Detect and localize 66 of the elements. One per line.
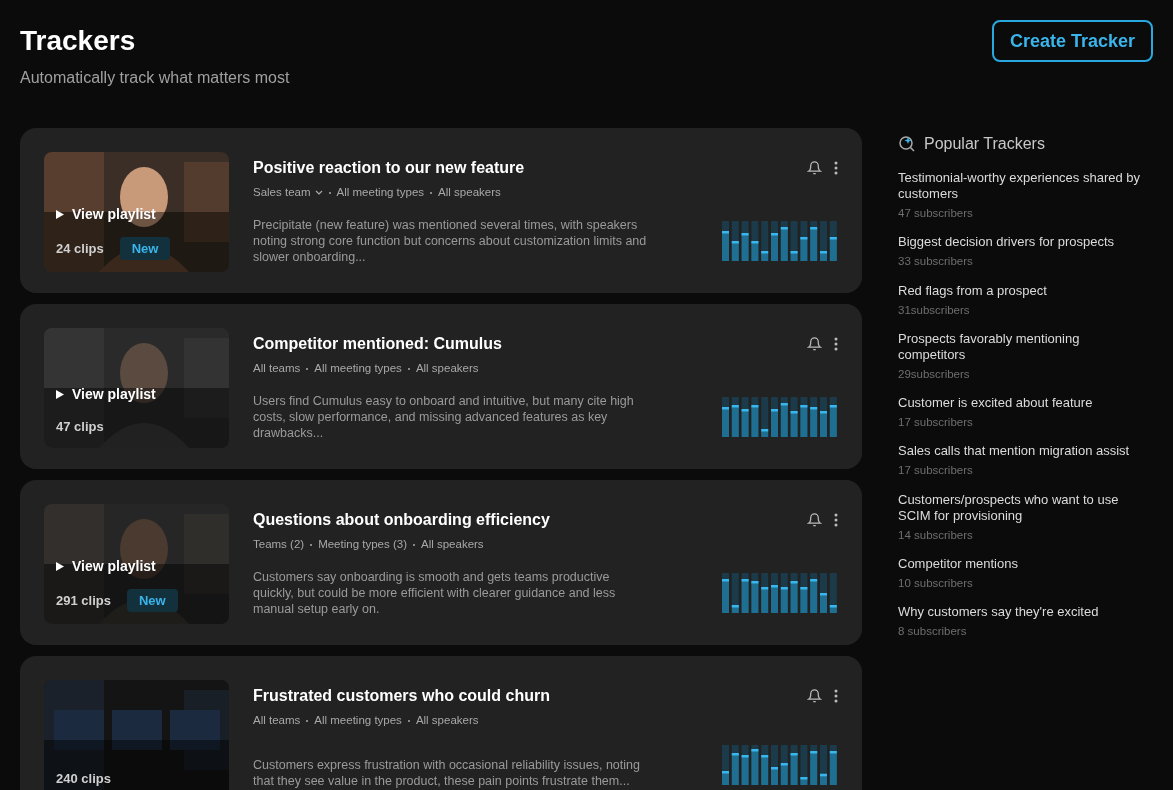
play-icon bbox=[56, 561, 64, 571]
subscriber-count: 10 subscribers bbox=[898, 575, 974, 591]
filter-link[interactable]: All teams bbox=[253, 360, 301, 378]
more-icon[interactable] bbox=[834, 337, 838, 351]
filter-link[interactable]: All teams bbox=[253, 712, 301, 730]
filter-link[interactable]: All speakers bbox=[421, 536, 484, 554]
view-playlist-button[interactable]: View playlist bbox=[56, 555, 178, 577]
bell-icon[interactable] bbox=[807, 512, 822, 528]
tracker-title: Positive reaction to our new feature bbox=[253, 158, 525, 178]
filter-link[interactable]: All speakers bbox=[415, 712, 479, 730]
subscriber-count: 47 subscribers bbox=[898, 206, 974, 221]
tracker-title: Competitor mentioned: Cumulus bbox=[253, 334, 502, 354]
chevron-down-icon bbox=[314, 190, 323, 196]
tracker-card[interactable] bbox=[20, 128, 862, 293]
create-tracker-button[interactable]: Create Tracker bbox=[991, 20, 1153, 62]
filter-link[interactable]: All speakers bbox=[415, 360, 479, 378]
more-icon[interactable] bbox=[834, 161, 838, 175]
subscriber-count: 31subscribers bbox=[898, 302, 971, 318]
tracker-card[interactable] bbox=[20, 656, 862, 790]
page-title: Trackers bbox=[20, 24, 137, 58]
play-icon bbox=[56, 209, 64, 219]
bell-icon[interactable] bbox=[807, 336, 822, 352]
clip-count: 47 clips bbox=[56, 417, 104, 436]
tracker-summary: Precipitate (new feature) was mentioned several times, with speakers noting strong core function but concerns about customization limits and slower onboarding... bbox=[253, 217, 648, 266]
clip-count: 240 clips bbox=[56, 769, 111, 788]
popular-tracker-link[interactable]: Why customers say they're excited bbox=[898, 604, 1148, 620]
subscriber-count: 29subscribers bbox=[898, 366, 971, 382]
popular-tracker-link[interactable]: Testimonial-worthy experiences shared by customers bbox=[898, 170, 1148, 202]
sparkle-search-icon bbox=[898, 135, 916, 153]
filter-link[interactable]: All speakers bbox=[438, 184, 501, 202]
filter-link[interactable]: Teams (2) bbox=[253, 536, 305, 554]
filter-link[interactable]: All meeting types bbox=[314, 712, 402, 730]
tracker-summary: Users find Cumulus easy to onboard and intuitive, but many cite high costs, slow performance, and missing advanced features as key drawbacks... bbox=[253, 393, 635, 442]
tracker-summary: Customers say onboarding is smooth and gets teams productive quickly, but could be more efficient with clearer guidance and less manual setup early on. bbox=[253, 569, 617, 618]
filter-link[interactable]: Meeting types (3) bbox=[318, 536, 407, 554]
tracker-title: Frustrated customers who could churn bbox=[253, 686, 550, 706]
popular-title: Popular Trackers bbox=[924, 134, 1045, 154]
view-playlist-button[interactable]: View playlist bbox=[56, 383, 156, 405]
more-icon[interactable] bbox=[834, 689, 838, 703]
filter-link[interactable]: All meeting types bbox=[336, 184, 425, 202]
clip-count: 291 clips bbox=[56, 591, 111, 610]
popular-tracker-link[interactable]: Sales calls that mention migration assist bbox=[898, 443, 1148, 460]
subscriber-count: 17 subscribers bbox=[898, 415, 974, 430]
play-icon bbox=[56, 389, 64, 399]
popular-tracker-link[interactable]: Customer is excited about feature bbox=[898, 395, 1148, 411]
subscriber-count: 14 subscribers bbox=[898, 527, 974, 543]
clip-count: 24 clips bbox=[56, 239, 104, 258]
page-subtitle: Automatically track what matters most bbox=[20, 68, 290, 88]
filter-link[interactable]: All meeting types bbox=[314, 360, 402, 378]
subscriber-count: 8 subscribers bbox=[898, 624, 968, 639]
subscriber-count: 17 subscribers bbox=[898, 463, 974, 479]
bell-icon[interactable] bbox=[807, 160, 822, 176]
filter-link[interactable]: Sales team bbox=[253, 184, 323, 202]
tracker-card[interactable] bbox=[20, 480, 862, 645]
bell-icon[interactable] bbox=[807, 688, 822, 704]
popular-tracker-link[interactable]: Customers/prospects who want to use SCIM for provisioning bbox=[898, 491, 1148, 524]
popular-tracker-link[interactable]: Prospects favorably mentioning competitors bbox=[898, 330, 1148, 363]
subscriber-count: 33 subscribers bbox=[898, 254, 974, 270]
view-playlist-button[interactable]: View playlist bbox=[56, 203, 171, 225]
more-icon[interactable] bbox=[834, 513, 838, 527]
tracker-title: Questions about onboarding efficiency bbox=[253, 510, 550, 530]
popular-tracker-link[interactable]: Biggest decision drivers for prospects bbox=[898, 234, 1148, 251]
tracker-summary: Customers express frustration with occasional reliability issues, noting that they see value in the product, these pain points frustrate them... bbox=[253, 757, 641, 790]
tracker-card[interactable] bbox=[20, 304, 862, 469]
popular-tracker-link[interactable]: Red flags from a prospect bbox=[898, 282, 1148, 299]
popular-tracker-link[interactable]: Competitor mentions bbox=[898, 555, 1148, 572]
